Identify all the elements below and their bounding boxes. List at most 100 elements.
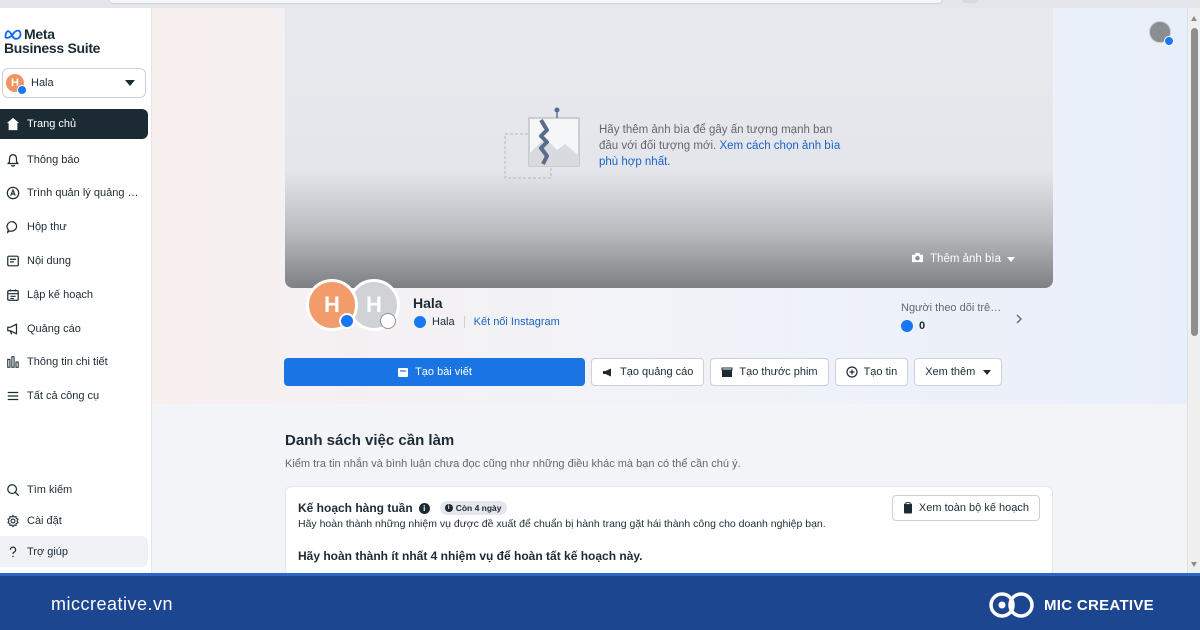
cover-message: Hãy thêm ảnh bìa để gây ấn tượng mạnh ba… xyxy=(599,122,849,170)
account-avatar: H xyxy=(6,74,27,95)
nav-item-label: Thông tin chi tiết xyxy=(27,356,108,369)
footer-brand-name: MIC CREATIVE xyxy=(1044,596,1154,614)
caret-down-icon xyxy=(1007,256,1015,262)
see-more-label: Xem thêm xyxy=(925,366,976,378)
nav-item-label: Quảng cáo xyxy=(27,322,81,335)
ads-manager-icon xyxy=(5,185,21,201)
nav-item-insights[interactable]: Thông tin chi tiết xyxy=(0,346,148,380)
camera-icon xyxy=(911,252,924,266)
facebook-badge-icon xyxy=(1164,36,1174,46)
divider xyxy=(463,316,465,328)
page-accounts-line: Hala Kết nối Instagram xyxy=(414,316,560,328)
clapperboard-icon xyxy=(721,367,733,378)
nav-item-label: Trợ giúp xyxy=(27,545,69,558)
brand-name-line2: Business Suite xyxy=(4,40,101,56)
search-icon xyxy=(5,482,21,498)
info-icon: i xyxy=(444,504,453,512)
browser-control[interactable] xyxy=(962,0,978,3)
nav-item-notifications[interactable]: Thông báo xyxy=(0,143,148,177)
info-icon[interactable]: i xyxy=(418,502,430,514)
user-profile-avatar[interactable] xyxy=(1149,21,1174,46)
view-full-plan-label: Xem toàn bộ kế hoạch xyxy=(918,502,1029,514)
nav-item-label: Tìm kiếm xyxy=(27,483,73,496)
nav-item-home[interactable]: Trang chủ xyxy=(0,109,148,139)
caret-down-icon xyxy=(983,369,992,375)
bar-chart-icon xyxy=(5,354,21,370)
todo-title: Danh sách việc cần làm xyxy=(285,432,455,449)
gear-icon xyxy=(5,513,21,529)
sidebar: Meta Business Suite H Hala Trang chủ Thô… xyxy=(0,8,152,573)
chat-bubble-icon xyxy=(5,219,21,235)
view-full-plan-button[interactable]: Xem toàn bộ kế hoạch xyxy=(891,495,1040,521)
nav-item-content[interactable]: Nội dung xyxy=(0,244,148,278)
address-bar[interactable] xyxy=(108,0,943,4)
weekly-plan-title: Kế hoạch hàng tuần i i Còn 4 ngày xyxy=(298,501,507,515)
add-story-icon xyxy=(845,366,858,378)
create-post-button[interactable]: Tạo bài viết xyxy=(284,358,585,386)
main-content: Hãy thêm ảnh bìa để gây ấn tượng mạnh ba… xyxy=(152,8,1187,573)
brand-logo[interactable]: Meta Business Suite xyxy=(4,26,144,58)
menu-icon xyxy=(5,388,21,404)
footer-brand: MIC CREATIVE xyxy=(988,590,1154,620)
scrollbar-thumb[interactable] xyxy=(1191,28,1198,336)
add-cover-label: Thêm ảnh bìa xyxy=(930,253,1001,265)
cover-placeholder-illustration-icon xyxy=(504,107,580,179)
nav-item-search[interactable]: Tìm kiếm xyxy=(0,474,148,505)
create-story-button[interactable]: Tạo tin xyxy=(834,358,909,386)
nav-item-label: Hộp thư xyxy=(27,221,67,234)
nav-item-label: Thông báo xyxy=(27,153,80,166)
nav-item-ads-manager[interactable]: Trình quản lý quảng cáo xyxy=(0,177,148,211)
nav-item-help[interactable]: Trợ giúp xyxy=(0,536,148,567)
footer-website: miccreative.vn xyxy=(51,594,174,614)
bell-icon xyxy=(5,152,21,168)
create-post-label: Tạo bài viết xyxy=(415,366,472,378)
create-ad-button[interactable]: Tạo quảng cáo xyxy=(591,358,705,386)
facebook-badge-icon xyxy=(339,313,355,329)
nav-item-label: Lập kế hoạch xyxy=(27,288,94,301)
create-ad-label: Tạo quảng cáo xyxy=(620,366,694,378)
scroll-down-icon[interactable] xyxy=(1191,562,1197,567)
facebook-icon xyxy=(901,320,913,332)
nav-item-label: Tất cả công cụ xyxy=(27,390,100,403)
footer-banner: miccreative.vn MIC CREATIVE xyxy=(0,573,1200,630)
facebook-badge-icon xyxy=(17,85,27,95)
add-cover-button[interactable]: Thêm ảnh bìa xyxy=(911,252,1015,266)
account-switcher[interactable]: H Hala xyxy=(2,68,146,98)
days-left-badge: i Còn 4 ngày xyxy=(439,501,507,515)
connect-instagram-link[interactable]: Kết nối Instagram xyxy=(474,316,560,328)
todo-section: Danh sách việc cần làm Kiểm tra tin nhắn… xyxy=(152,404,1187,573)
nav-item-all-tools[interactable]: Tất cả công cụ xyxy=(0,379,148,413)
meta-logo-icon xyxy=(4,29,22,40)
account-name: Hala xyxy=(31,77,54,89)
followers-value: 0 xyxy=(901,320,1031,332)
scroll-up-icon[interactable] xyxy=(1191,16,1197,21)
nav-item-label: Trang chủ xyxy=(27,118,77,130)
facebook-icon xyxy=(414,316,426,328)
content-icon xyxy=(5,253,21,269)
instagram-badge-icon xyxy=(380,313,396,329)
create-story-label: Tạo tin xyxy=(863,366,898,378)
followers-summary[interactable]: Người theo dõi trên Facebook 0 xyxy=(901,302,1031,332)
weekly-plan-description: Hãy hoàn thành những nhiệm vụ được đề xu… xyxy=(298,518,826,530)
nav-item-settings[interactable]: Cài đặt xyxy=(0,505,148,536)
create-reel-button[interactable]: Tạo thước phim xyxy=(710,358,829,386)
facebook-avatar-initial: H xyxy=(324,292,340,317)
action-bar: Tạo bài viết Tạo quảng cáo Tạo thước phi… xyxy=(284,358,1008,386)
see-more-button[interactable]: Xem thêm xyxy=(914,358,1003,386)
bottom-nav: Tìm kiếm Cài đặt Trợ giúp xyxy=(0,474,148,567)
nav-item-planner[interactable]: Lập kế hoạch xyxy=(0,278,148,312)
nav-item-label: Trình quản lý quảng cáo xyxy=(27,187,139,200)
page-scrollbar[interactable] xyxy=(1187,8,1200,573)
chevron-right-icon xyxy=(1015,312,1023,330)
nav-item-ads[interactable]: Quảng cáo xyxy=(0,312,148,346)
clipboard-icon xyxy=(903,502,913,514)
help-icon xyxy=(5,544,21,560)
facebook-account-name: Hala xyxy=(432,316,455,328)
main-nav: Trang chủ Thông báo Trình quản lý quảng … xyxy=(0,109,148,413)
weekly-plan-goal: Hãy hoàn thành ít nhất 4 nhiệm vụ để hoà… xyxy=(298,549,643,563)
nav-item-inbox[interactable]: Hộp thư xyxy=(0,210,148,244)
megaphone-icon xyxy=(5,321,21,337)
browser-top-strip xyxy=(0,0,1200,8)
instagram-avatar-initial: H xyxy=(366,292,382,317)
followers-label: Người theo dõi trên Facebook xyxy=(901,302,1007,314)
